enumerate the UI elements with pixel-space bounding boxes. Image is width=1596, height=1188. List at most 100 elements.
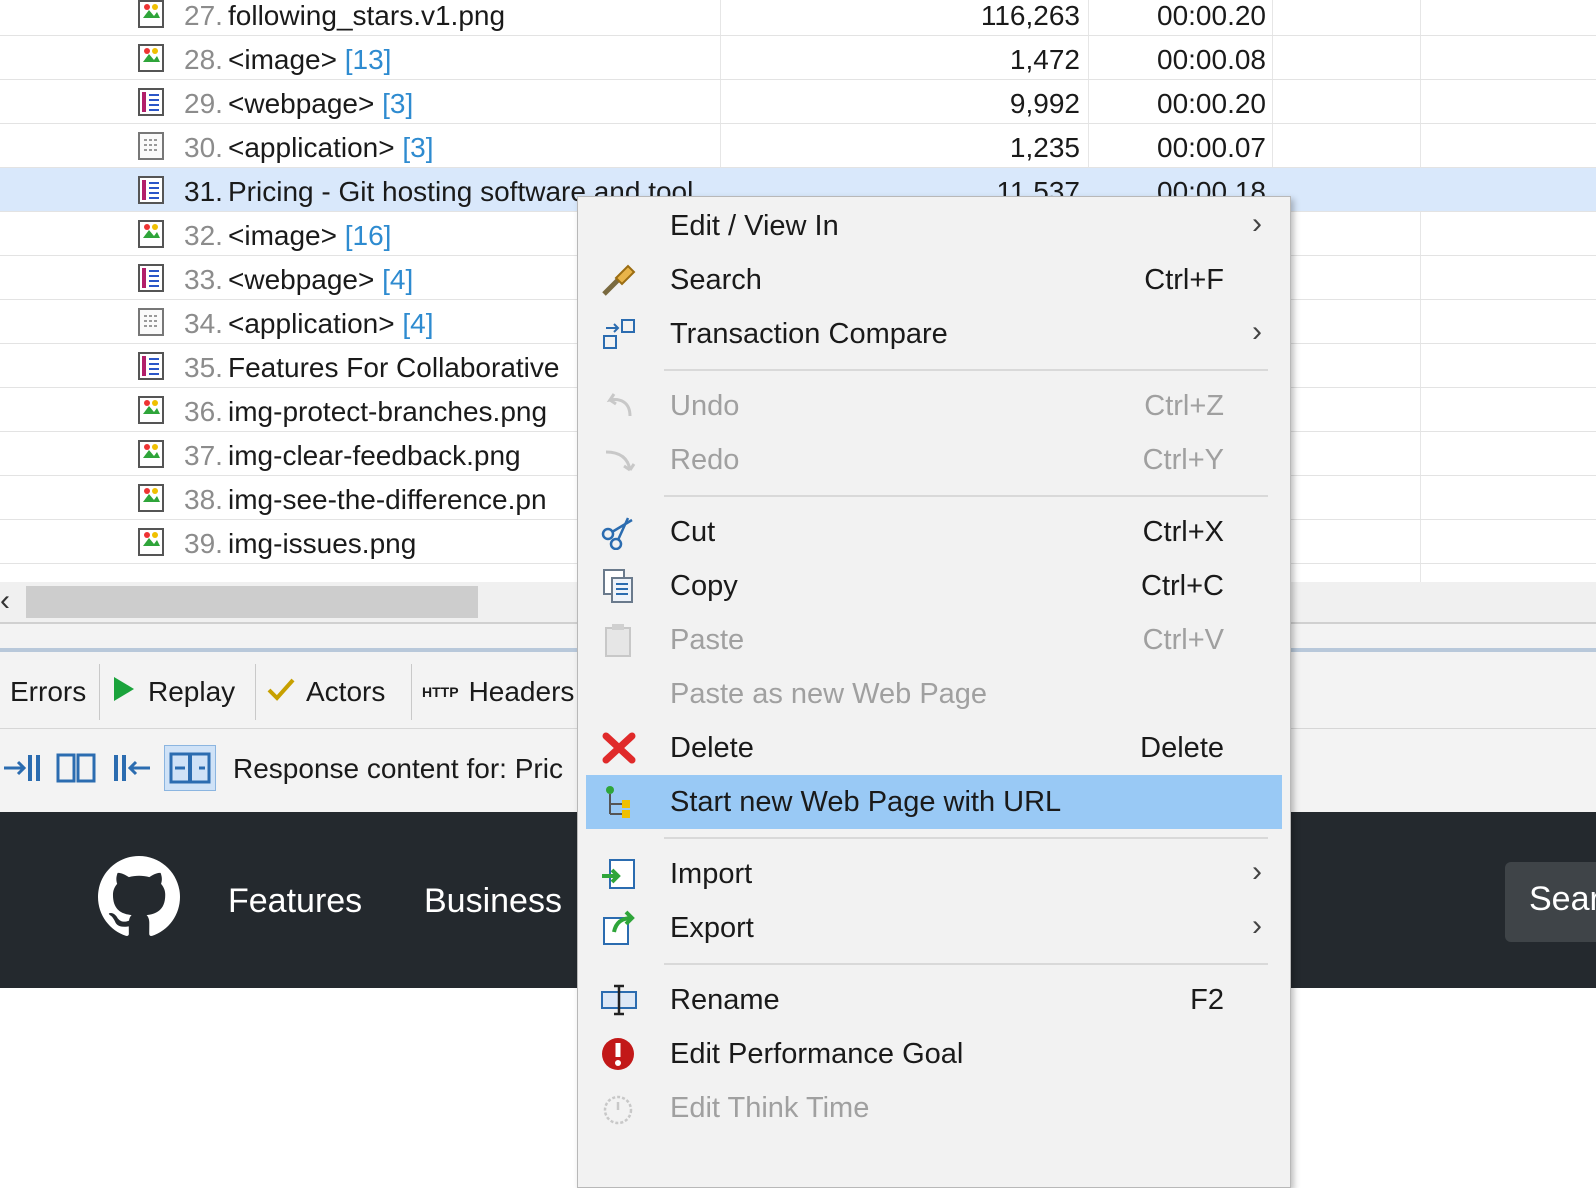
row-name: img-protect-branches.png [228,396,547,428]
row-time: 00:00.08 [1157,44,1266,75]
image-icon [138,528,164,556]
row-name-text: Features For Collaborative [228,352,560,383]
context-menu: Edit / View In › Search Ctrl+F Transaction C… [577,196,1291,1188]
menu-item-copy[interactable]: Copy Ctrl+C [586,559,1282,613]
alert-icon [600,1036,638,1072]
webpage-icon [138,352,164,380]
menu-item-start-new-web-page-with-url[interactable]: Start new Web Page with URL [586,775,1282,829]
menu-item-edit-performance-goal[interactable]: Edit Performance Goal [586,1027,1282,1081]
image-icon [138,484,164,512]
menu-item-export[interactable]: Export › [586,901,1282,955]
menu-item-paste: Paste Ctrl+V [586,613,1282,667]
tree-icon [600,784,638,820]
row-count: [4] [402,308,434,339]
align-right-icon[interactable] [2,749,42,787]
row-name: <application> [3] [228,132,434,164]
row-name: <application> [4] [228,308,434,340]
check-icon [266,675,296,710]
row-number: 30. [184,132,223,163]
menu-separator [664,369,1268,371]
menu-item-shortcut: F2 [1190,984,1224,1016]
row-count: [16] [344,220,392,251]
row-name-text: <webpage> [228,88,375,119]
row-name-text: img-see-the-difference.pn [228,484,547,515]
menu-item-transaction-compare[interactable]: Transaction Compare › [586,307,1282,361]
menu-item-label: Undo [670,390,740,422]
expand-horizontal-icon[interactable] [164,745,216,791]
scissors-icon [600,514,638,551]
tab-label: Actors [306,676,386,707]
rename-icon [600,982,638,1018]
row-time: 00:00.20 [1157,0,1266,31]
play-icon [110,675,138,710]
table-row[interactable]: 28. <image> [13] 1,472 00:00.08 [0,36,1596,80]
menu-item-label: Rename [670,984,780,1016]
menu-item-import[interactable]: Import › [586,847,1282,901]
menu-item-label: Transaction Compare [670,318,948,350]
chevron-right-icon: › [1252,207,1262,240]
chevron-right-icon: › [1252,909,1262,942]
tab-actors[interactable]: Actors [256,664,412,720]
row-name-text: <application> [228,308,395,339]
menu-item-redo: Redo Ctrl+Y [586,433,1282,487]
menu-separator [664,963,1268,965]
scrollbar-thumb[interactable] [26,586,478,618]
split-view-icon[interactable] [56,749,96,787]
table-row[interactable]: 27. following_stars.v1.png 116,263 00:00.20 [0,0,1596,36]
menu-item-cut[interactable]: Cut Ctrl+X [586,505,1282,559]
search-text: Sear [1529,880,1596,918]
row-size: 116,263 [980,0,1080,31]
row-number: 31. [184,176,223,207]
row-name: following_stars.v1.png [228,0,505,32]
row-number: 37. [184,440,223,471]
tab-label: Headers [468,676,575,707]
github-logo-icon[interactable] [98,856,180,943]
clipboard-icon [600,622,638,658]
image-icon [138,220,164,248]
row-number: 29. [184,88,223,119]
row-number: 39. [184,528,223,559]
row-name-text: <image> [228,220,337,251]
row-name-text: img-clear-feedback.png [228,440,521,471]
row-count: [3] [402,132,434,163]
table-row[interactable]: 30. <application> [3] 1,235 00:00.07 [0,124,1596,168]
redo-icon [600,442,638,478]
menu-item-label: Paste [670,624,745,656]
tab-headers[interactable]: HTTP Headers [412,664,582,720]
row-time: 00:00.20 [1157,88,1266,119]
stopwatch-icon [600,1090,638,1126]
search-input[interactable]: Sear [1505,862,1596,942]
row-number: 34. [184,308,223,339]
row-size: 1,472 [1009,44,1080,75]
menu-item-label: Search [670,264,762,296]
row-name: <image> [13] [228,44,391,76]
menu-item-undo: Undo Ctrl+Z [586,379,1282,433]
row-size: 9,992 [1009,88,1080,119]
row-name: <webpage> [4] [228,264,413,296]
tab-label: Errors [10,676,87,707]
tab-errors[interactable]: Errors [0,664,100,720]
row-count: [4] [382,264,414,295]
menu-item-edit-view-in[interactable]: Edit / View In › [586,199,1282,253]
undo-icon [600,388,638,424]
scroll-left-icon[interactable]: ‹ [0,584,10,618]
row-name: Features For Collaborative [228,352,559,384]
align-left-icon[interactable] [112,749,152,787]
row-time: 00:00.07 [1157,132,1266,163]
nav-business[interactable]: Business [424,882,562,921]
menu-item-delete[interactable]: Delete Delete [586,721,1282,775]
image-icon [138,396,164,424]
menu-item-search[interactable]: Search Ctrl+F [586,253,1282,307]
image-icon [138,0,164,28]
menu-item-label: Import [670,858,753,890]
row-number: 27. [184,0,223,31]
menu-item-rename[interactable]: Rename F2 [586,973,1282,1027]
table-row[interactable]: 29. <webpage> [3] 9,992 00:00.20 [0,80,1596,124]
row-name: <image> [16] [228,220,391,252]
row-size: 1,235 [1009,132,1080,163]
tab-replay[interactable]: Replay [100,664,256,720]
nav-features[interactable]: Features [228,882,362,921]
application-icon [138,308,164,336]
import-icon [600,856,638,892]
delete-icon [600,730,638,766]
